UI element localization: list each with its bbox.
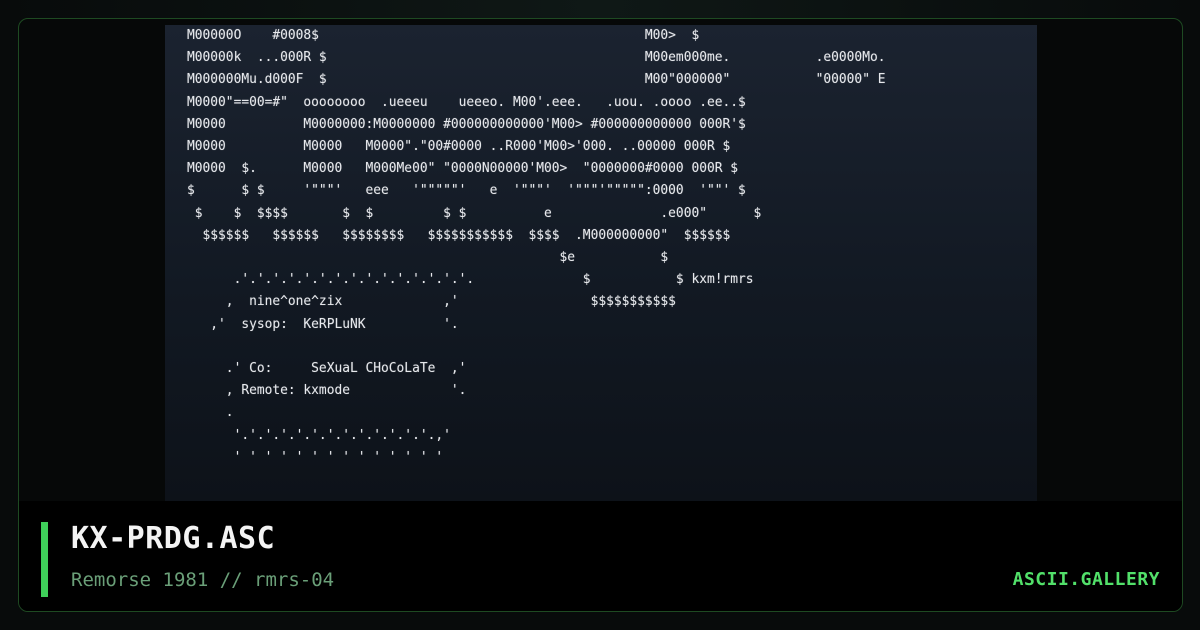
ascii-art: M00000O #0008$ M00> $ M00000k ...000R $ … [187,28,886,465]
brand-link[interactable]: ASCII.GALLERY [1013,569,1160,590]
accent-bar [41,522,48,597]
ascii-art-panel: M00000O #0008$ M00> $ M00000k ...000R $ … [165,25,1037,501]
file-title: KX-PRDG.ASC [71,521,276,556]
card-frame: M00000O #0008$ M00> $ M00000k ...000R $ … [18,18,1183,612]
file-subtitle: Remorse 1981 // rmrs-04 [71,569,335,591]
footer: KX-PRDG.ASC Remorse 1981 // rmrs-04 ASCI… [19,501,1182,611]
